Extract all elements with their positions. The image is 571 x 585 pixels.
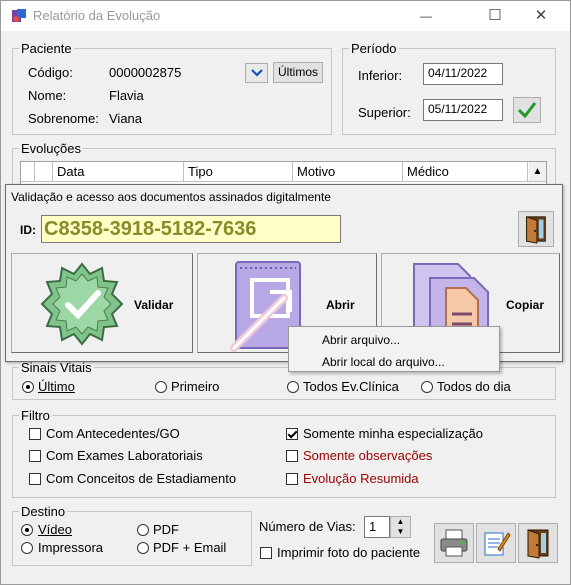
spin-up-icon[interactable]: ▲ (397, 517, 405, 526)
sinais-todos-dia-radio[interactable] (421, 381, 433, 393)
column-header-tipo[interactable]: Tipo (184, 162, 293, 181)
estadiamento-checkbox[interactable] (29, 473, 41, 485)
sinais-ultimo-label[interactable]: Último (38, 379, 75, 394)
inferior-label: Inferior: (358, 68, 403, 83)
destino-video-label[interactable]: Vídeo (38, 522, 72, 537)
superior-date-input[interactable]: 05/11/2022 (423, 99, 503, 121)
numero-vias-label: Número de Vias: (259, 519, 356, 534)
id-input[interactable]: C8358-3918-5182-7636 (41, 215, 341, 243)
sinais-primeiro-label[interactable]: Primeiro (171, 379, 219, 394)
destino-impressora-radio[interactable] (21, 542, 33, 554)
sinais-vitais-legend: Sinais Vitais (21, 360, 92, 375)
popup-exit-button[interactable] (518, 211, 554, 247)
destino-pdf-radio[interactable] (137, 524, 149, 536)
codigo-label: Código: (28, 65, 73, 80)
especializacao-checkbox[interactable] (286, 428, 298, 440)
destino-pdf-email-radio[interactable] (137, 542, 149, 554)
edit-button[interactable] (476, 523, 516, 563)
observacoes-label[interactable]: Somente observações (303, 448, 432, 463)
evolucao-resumida-checkbox[interactable] (286, 473, 298, 485)
destino-legend: Destino (21, 504, 66, 519)
evolucao-resumida-label[interactable]: Evolução Resumida (303, 471, 419, 486)
validation-header: Validação e acesso aos documentos assina… (11, 190, 331, 204)
grid-scroll-up-icon[interactable]: ▲ (529, 162, 546, 181)
sinais-todos-ev-radio[interactable] (287, 381, 299, 393)
codigo-dropdown-button[interactable] (245, 63, 268, 83)
chevron-down-icon (250, 69, 263, 77)
exit-button[interactable] (518, 523, 558, 563)
printer-icon (440, 529, 468, 557)
ultimos-button[interactable]: Últimos (273, 62, 323, 83)
edit-notes-icon (484, 532, 511, 556)
menu-item-abrir-arquivo[interactable]: Abrir arquivo... (322, 333, 400, 347)
inferior-date-input[interactable]: 04/11/2022 (423, 63, 503, 85)
validar-button[interactable]: Validar (11, 253, 193, 353)
numero-vias-input[interactable]: 1 (364, 516, 390, 538)
evolucoes-legend: Evoluções (21, 141, 81, 156)
destino-pdf-label[interactable]: PDF (153, 522, 179, 537)
destino-video-radio[interactable] (21, 524, 33, 536)
spin-down-icon[interactable]: ▼ (397, 527, 405, 536)
sobrenome-label: Sobrenome: (28, 111, 99, 126)
superior-label: Superior: (358, 105, 411, 120)
close-button[interactable]: ✕ (518, 1, 564, 31)
especializacao-label[interactable]: Somente minha especialização (303, 426, 483, 441)
grid-blank-col (35, 162, 53, 181)
imprimir-foto-label[interactable]: Imprimir foto do paciente (277, 545, 420, 560)
validar-label: Validar (134, 298, 174, 312)
destino-impressora-label[interactable]: Impressora (38, 540, 103, 555)
maximize-button[interactable]: ☐ (472, 1, 518, 31)
app-icon (11, 8, 27, 24)
sobrenome-value: Viana (109, 111, 143, 126)
badge-check-icon (40, 262, 124, 346)
numero-vias-spinner[interactable]: ▲ ▼ (390, 516, 411, 538)
print-button[interactable] (434, 523, 474, 563)
minimize-button[interactable]: — (403, 1, 449, 31)
exit-door-icon (526, 216, 546, 244)
grid-indicator-col (21, 162, 35, 181)
nome-value: Flavia (109, 88, 144, 103)
exames-label[interactable]: Com Exames Laboratoriais (46, 448, 203, 463)
observacoes-checkbox[interactable] (286, 450, 298, 462)
grid-header-bottom-line (21, 181, 546, 182)
exames-checkbox[interactable] (29, 450, 41, 462)
abrir-context-menu: Abrir arquivo... Abrir local do arquivo.… (288, 326, 500, 372)
green-check-icon (517, 102, 537, 119)
paciente-legend: Paciente (21, 41, 72, 56)
abrir-label: Abrir (326, 298, 355, 312)
window-title: Relatório da Evolução (33, 8, 161, 23)
column-header-motivo[interactable]: Motivo (293, 162, 403, 181)
nome-label: Nome: (28, 88, 67, 103)
codigo-value: 0000002875 (109, 65, 182, 80)
filtro-legend: Filtro (21, 408, 50, 423)
exit-door-icon (527, 529, 549, 559)
menu-item-abrir-local[interactable]: Abrir local do arquivo... (322, 355, 445, 369)
sinais-primeiro-radio[interactable] (155, 381, 167, 393)
antecedentes-label[interactable]: Com Antecedentes/GO (46, 426, 180, 441)
destino-pdf-email-label[interactable]: PDF + Email (153, 540, 226, 555)
title-bar: Relatório da Evolução — ☐ ✕ (1, 1, 570, 31)
confirm-period-button[interactable] (513, 97, 541, 123)
column-header-medico[interactable]: Médico (403, 162, 528, 181)
column-header-data[interactable]: Data (53, 162, 184, 181)
periodo-legend: Período (351, 41, 397, 56)
imprimir-foto-checkbox[interactable] (260, 547, 272, 559)
sinais-todos-ev-label[interactable]: Todos Ev.Clínica (303, 379, 399, 394)
copiar-label: Copiar (506, 298, 545, 312)
estadiamento-label[interactable]: Com Conceitos de Estadiamento (46, 471, 236, 486)
sinais-ultimo-radio[interactable] (22, 381, 34, 393)
report-window: Relatório da Evolução — ☐ ✕ Paciente Cód… (0, 0, 571, 585)
sinais-todos-dia-label[interactable]: Todos do dia (437, 379, 511, 394)
id-label: ID: (20, 223, 36, 237)
antecedentes-checkbox[interactable] (29, 428, 41, 440)
